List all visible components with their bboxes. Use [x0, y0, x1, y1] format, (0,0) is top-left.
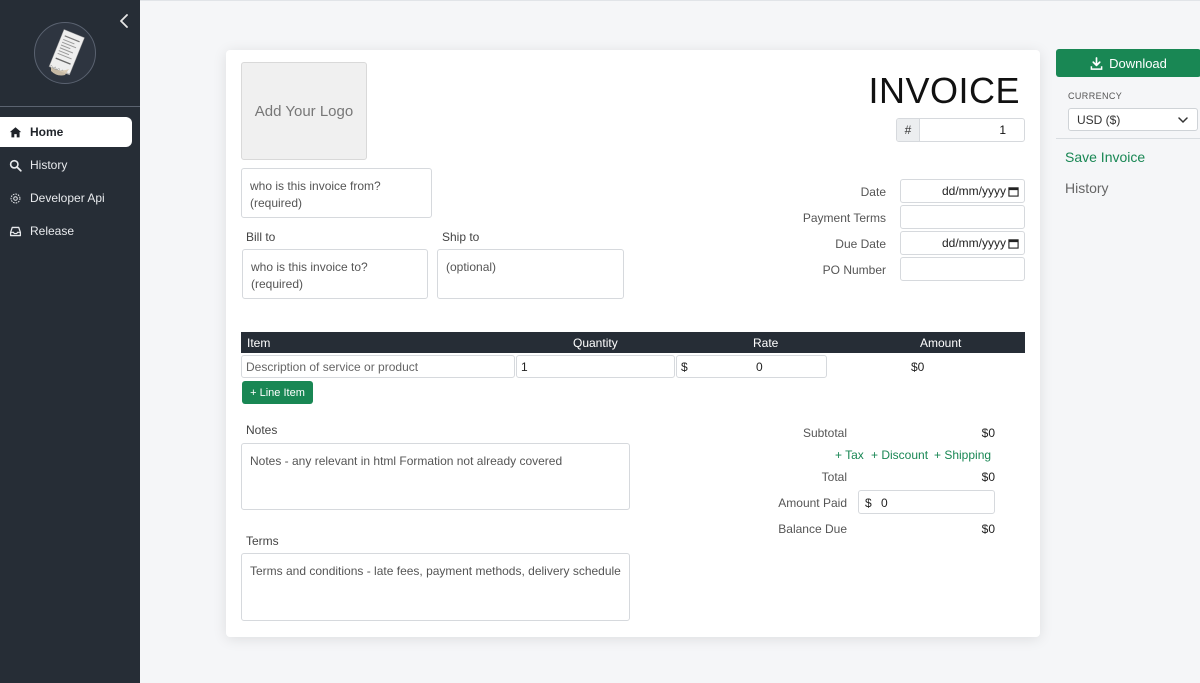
- sidebar-divider: [0, 106, 140, 107]
- sidebar-item-home[interactable]: Home: [0, 117, 132, 147]
- due-date-placeholder: dd/mm/yyyy: [941, 236, 1006, 250]
- payment-terms-input[interactable]: [900, 205, 1025, 229]
- item-rate-value[interactable]: 0: [756, 360, 763, 374]
- total-label: Total: [821, 470, 847, 484]
- header-item: Item: [247, 336, 271, 350]
- invoice-number-prefix: #: [897, 119, 920, 141]
- header-rate: Rate: [753, 336, 779, 350]
- sidebar-item-label: Developer Api: [30, 191, 105, 205]
- add-shipping-link[interactable]: + Shipping: [934, 448, 991, 462]
- calendar-icon[interactable]: [1008, 186, 1019, 197]
- invoice-title: INVOICE: [868, 70, 1020, 111]
- download-button[interactable]: Download: [1056, 49, 1200, 77]
- date-label: Date: [860, 185, 886, 199]
- history-link[interactable]: History: [1065, 180, 1109, 196]
- sidebar-item-release[interactable]: Release: [0, 216, 132, 246]
- sidebar-item-developer-api[interactable]: Developer Api: [0, 183, 132, 213]
- invoice-number-input[interactable]: 1: [920, 119, 1024, 141]
- amount-paid-label: Amount Paid: [778, 496, 847, 510]
- bill-to-field[interactable]: who is this invoice to? (required): [242, 249, 428, 299]
- ship-to-field[interactable]: (optional): [437, 249, 624, 299]
- item-rate-field[interactable]: $ 0: [676, 355, 827, 378]
- terms-label: Terms: [246, 534, 279, 548]
- bill-to-label: Bill to: [246, 230, 276, 244]
- invoice-number-field[interactable]: # 1: [896, 118, 1025, 142]
- calendar-icon[interactable]: [1008, 238, 1019, 249]
- invoice-card: Add Your Logo INVOICE # 1 who is this in…: [226, 50, 1040, 637]
- subtotal-label: Subtotal: [802, 426, 847, 440]
- line-items-header: Item Quantity Rate Amount: [241, 332, 1025, 353]
- amount-paid-input[interactable]: 0: [881, 496, 888, 510]
- balance-due-value: $0: [981, 522, 995, 536]
- header-quantity: Quantity: [573, 336, 618, 350]
- due-date-label: Due Date: [835, 237, 886, 251]
- payment-terms-label: Payment Terms: [802, 211, 886, 225]
- header-amount: Amount: [920, 336, 962, 350]
- currency-value: USD ($): [1077, 112, 1121, 127]
- inbox-icon: [9, 226, 22, 236]
- currency-select[interactable]: USD ($): [1068, 108, 1198, 131]
- sidebar-item-label: History: [30, 158, 68, 172]
- sidebar-item-label: Release: [30, 224, 75, 238]
- api-icon: [10, 193, 21, 203]
- chevron-left-icon[interactable]: [116, 12, 132, 30]
- sidebar-item-label: Home: [30, 125, 64, 139]
- balance-due-label: Balance Due: [778, 522, 847, 536]
- ship-to-label: Ship to: [442, 230, 480, 244]
- amount-paid-symbol: $: [865, 496, 872, 510]
- chevron-down-icon: [1178, 117, 1188, 124]
- add-tax-link[interactable]: + Tax: [835, 448, 864, 462]
- due-date-input[interactable]: dd/mm/yyyy: [900, 231, 1025, 255]
- currency-label: CURRENCY: [1068, 91, 1123, 101]
- po-number-input[interactable]: [900, 257, 1025, 281]
- item-description-input[interactable]: Description of service or product: [241, 355, 515, 378]
- date-placeholder: dd/mm/yyyy: [941, 184, 1006, 198]
- date-input[interactable]: dd/mm/yyyy: [900, 179, 1025, 203]
- right-panel-divider: [1056, 138, 1200, 139]
- total-value: $0: [981, 470, 995, 484]
- sidebar: Home History Developer Api Release: [0, 0, 140, 683]
- rate-currency-symbol: $: [681, 360, 688, 374]
- add-discount-link[interactable]: + Discount: [871, 448, 928, 462]
- item-amount: $0: [911, 360, 925, 374]
- amount-paid-field[interactable]: $ 0: [858, 490, 995, 514]
- save-invoice-link[interactable]: Save Invoice: [1065, 149, 1145, 165]
- logo-placeholder-text: Add Your Logo: [254, 102, 354, 120]
- home-icon: [9, 126, 22, 137]
- logo-upload[interactable]: Add Your Logo: [241, 62, 367, 160]
- top-border: [140, 0, 1200, 1]
- add-line-item-button[interactable]: + Line Item: [242, 381, 313, 404]
- subtotal-value: $0: [981, 426, 995, 440]
- download-label: Download: [1109, 55, 1167, 71]
- terms-field[interactable]: Terms and conditions - late fees, paymen…: [241, 553, 630, 621]
- from-field[interactable]: who is this invoice from? (required): [241, 168, 432, 218]
- download-icon: [1090, 56, 1103, 70]
- notes-field[interactable]: Notes - any relevant in html Formation n…: [241, 443, 630, 510]
- notes-label: Notes: [246, 423, 278, 437]
- po-number-label: PO Number: [822, 263, 886, 277]
- app-logo: [34, 22, 96, 84]
- search-icon: [9, 159, 22, 172]
- item-quantity-input[interactable]: 1: [516, 355, 675, 378]
- sidebar-item-history[interactable]: History: [0, 150, 132, 180]
